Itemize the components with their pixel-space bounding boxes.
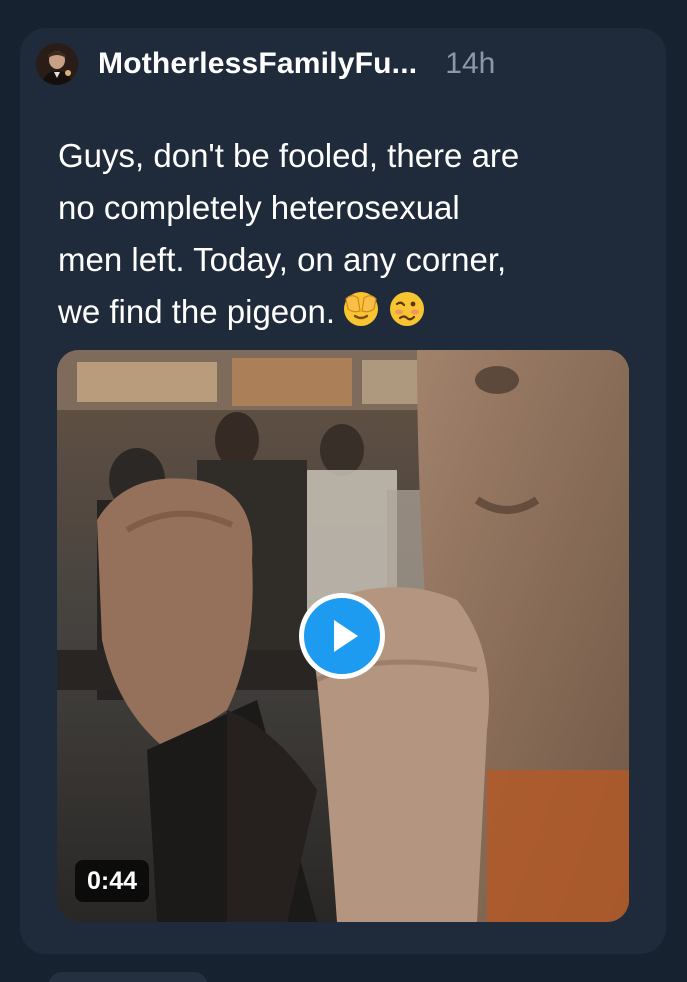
- play-icon: [334, 620, 358, 652]
- post-text-line: no completely heterosexual: [58, 189, 460, 226]
- avatar-photo-icon: [36, 43, 78, 85]
- post-timestamp[interactable]: 14h: [445, 47, 495, 81]
- face-with-hand-over-eyes-icon: [344, 292, 379, 326]
- post-text-line: we find the pigeon.: [58, 286, 638, 338]
- post-text-line-content: we find the pigeon.: [58, 293, 336, 330]
- author-avatar[interactable]: [36, 43, 78, 85]
- post-text: Guys, don't be fooled, there are no comp…: [58, 130, 638, 338]
- post-text-line: Guys, don't be fooled, there are: [58, 137, 520, 174]
- next-post-preview: [48, 972, 208, 982]
- video-player[interactable]: 0:44: [57, 350, 629, 922]
- play-button[interactable]: [299, 593, 385, 679]
- video-duration-badge: 0:44: [75, 860, 150, 902]
- woozy-face-icon: [390, 292, 425, 326]
- post-header: MotherlessFamilyFu... 14h: [36, 42, 616, 86]
- timeline: MotherlessFamilyFu... 14h Guys, don't be…: [0, 0, 687, 982]
- post-text-line: men left. Today, on any corner,: [58, 241, 507, 278]
- author-name[interactable]: MotherlessFamilyFu...: [98, 47, 417, 81]
